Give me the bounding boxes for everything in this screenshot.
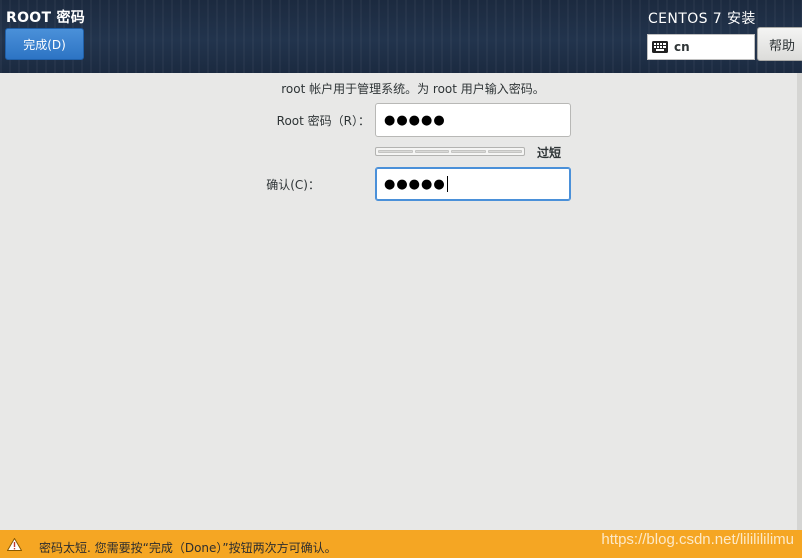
keyboard-layout-label: cn — [674, 40, 690, 54]
keyboard-icon — [652, 41, 668, 53]
strength-segment — [487, 150, 522, 153]
strength-segment — [451, 150, 486, 153]
watermark: https://blog.csdn.net/lililililimu — [601, 531, 794, 548]
confirm-password-label: 确认(C)： — [266, 178, 320, 192]
root-password-value: ●●●●● — [384, 112, 446, 128]
strength-segment — [414, 150, 449, 153]
help-button[interactable]: 帮助 — [757, 27, 802, 61]
password-strength-label: 过短 — [537, 146, 562, 160]
strength-segment — [378, 150, 413, 153]
done-button[interactable]: 完成(D) — [5, 28, 84, 60]
password-strength-bar — [375, 147, 525, 156]
scrollbar-track — [797, 73, 802, 530]
keyboard-layout-indicator[interactable]: cn — [647, 34, 755, 60]
warning-icon — [7, 538, 22, 551]
page-title: ROOT 密码 — [6, 10, 86, 26]
product-title: CENTOS 7 安装 — [648, 11, 756, 27]
confirm-password-input[interactable]: ●●●●● — [375, 167, 571, 201]
text-caret — [446, 176, 448, 192]
root-password-input[interactable]: ●●●●● — [375, 103, 571, 137]
header-bar: ROOT 密码 完成(D) CENTOS 7 安装 cn 帮助 — [0, 0, 802, 73]
confirm-password-value: ●●●●● — [384, 176, 446, 192]
warning-bar: 密码太短. 您需要按“完成（Done）”按钮两次方可确认。 https://bl… — [0, 530, 802, 558]
warning-message: 密码太短. 您需要按“完成（Done）”按钮两次方可确认。 — [39, 541, 337, 555]
root-password-label: Root 密码（R）： — [276, 114, 370, 128]
intro-text: root 帐户用于管理系统。为 root 用户输入密码。 — [281, 82, 545, 96]
